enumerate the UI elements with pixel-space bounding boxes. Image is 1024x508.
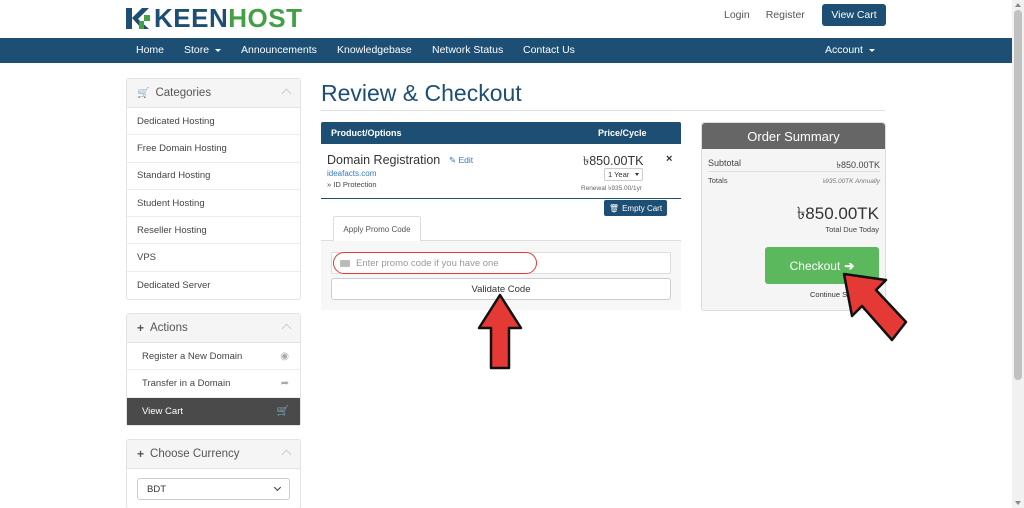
sidebar-item-student-hosting[interactable]: Student Hosting (127, 190, 300, 218)
nav-account-label: Account (825, 44, 863, 56)
sidebar-item-view-cart[interactable]: View Cart 🛒 (127, 397, 300, 425)
chevron-down-icon (273, 483, 282, 492)
logo-text: KEENHOST (154, 3, 303, 33)
totals-row: Totals ৳935.00TK Annually (708, 176, 880, 185)
share-arrow-icon: ➦ (280, 378, 289, 390)
item-name: Domain Registration (327, 153, 441, 167)
currency-title: Choose Currency (150, 448, 240, 460)
page-title: Review & Checkout (321, 80, 522, 106)
sidebar-item-standard-hosting[interactable]: Standard Hosting (127, 163, 300, 190)
col-price-header: Price/Cycle (598, 128, 647, 138)
edit-link[interactable]: ✎ Edit (449, 155, 473, 166)
sidebar-item-register-domain[interactable]: Register a New Domain ◉ (127, 343, 300, 371)
item-addon: » ID Protection (327, 180, 377, 189)
chevron-up-icon[interactable] (281, 88, 292, 99)
currency-select[interactable]: BDT (137, 478, 290, 500)
categories-title: Categories (155, 87, 212, 99)
site-header: KEENHOST Login Register View Cart (0, 0, 1012, 38)
cart-icon: 🛒 (137, 87, 150, 99)
edit-label: Edit (458, 155, 474, 165)
billing-cycle-select[interactable]: 1 Year (604, 168, 643, 181)
sidebar-item-dedicated-hosting[interactable]: Dedicated Hosting (127, 108, 300, 136)
view-cart-button[interactable]: View Cart (822, 4, 886, 26)
totals-value: ৳935.00TK Annually (822, 178, 880, 185)
currency-panel: + Choose Currency BDT (126, 439, 301, 508)
scroll-up-icon[interactable] (1015, 3, 1021, 7)
nav-store-label: Store (184, 44, 210, 56)
actions-panel: + Actions Register a New Domain ◉ Transf… (126, 313, 301, 426)
subtotal-label: Subtotal (708, 158, 742, 168)
actions-header[interactable]: + Actions (127, 314, 300, 343)
categories-panel: 🛒 Categories Dedicated Hosting Free Doma… (126, 78, 301, 301)
plus-icon: + (137, 447, 145, 461)
main-navbar: Home Store Announcements Knowledgebase N… (0, 38, 1012, 63)
sidebar-item-dedicated-server[interactable]: Dedicated Server (127, 272, 300, 299)
checkout-label: Checkout (789, 258, 841, 273)
page-scrollbar[interactable] (1012, 0, 1024, 508)
caret-down-icon (215, 48, 222, 52)
keenhost-logo[interactable]: KEENHOST (126, 4, 302, 32)
promo-code-input[interactable]: Enter promo code if you have one (331, 252, 671, 274)
transfer-domain-label: Transfer in a Domain (142, 377, 231, 389)
sidebar-item-transfer-domain[interactable]: Transfer in a Domain ➦ (127, 370, 300, 398)
sidebar-item-free-domain-hosting[interactable]: Free Domain Hosting (127, 135, 300, 163)
cart-icon: 🛒 (276, 405, 289, 417)
nav-home[interactable]: Home (136, 38, 164, 63)
globe-icon: ◉ (280, 351, 289, 362)
nav-contact-us[interactable]: Contact Us (523, 38, 575, 63)
remove-item-icon[interactable]: × (666, 153, 672, 165)
logo-mark-icon (126, 8, 150, 29)
currency-header[interactable]: + Choose Currency (127, 440, 300, 469)
nav-announcements[interactable]: Announcements (241, 38, 317, 63)
item-domain: ideafacts.com (327, 169, 377, 178)
scroll-thumb[interactable] (1014, 10, 1022, 380)
billing-cycle-value: 1 Year (608, 170, 630, 179)
annotation-arrow-diagonal-icon (842, 272, 908, 342)
view-cart-label: View Cart (142, 405, 184, 417)
col-product-header: Product/Options (331, 128, 402, 138)
divider (321, 110, 885, 111)
scroll-down-icon[interactable] (1015, 501, 1021, 505)
caret-down-icon (868, 48, 875, 52)
top-links: Login Register (724, 9, 805, 21)
sidebar-item-vps[interactable]: VPS (127, 244, 300, 272)
sidebar-item-reseller-hosting[interactable]: Reseller Hosting (127, 217, 300, 245)
register-link[interactable]: Register (766, 9, 805, 21)
nav-network-status[interactable]: Network Status (432, 38, 503, 63)
plus-icon: + (137, 321, 145, 335)
login-link[interactable]: Login (724, 9, 750, 21)
caret-down-icon (635, 173, 639, 176)
total-due-label: Total Due Today (825, 225, 879, 234)
empty-cart-button[interactable]: 🗑 Empty Cart (604, 200, 667, 216)
chevron-up-icon[interactable] (281, 449, 292, 460)
empty-cart-label: Empty Cart (622, 203, 663, 213)
order-summary-title: Order Summary (702, 123, 885, 149)
divider (708, 171, 880, 172)
nav-store[interactable]: Store (184, 38, 222, 63)
chevron-up-icon[interactable] (281, 323, 292, 334)
nav-knowledgebase[interactable]: Knowledgebase (337, 38, 412, 63)
register-domain-label: Register a New Domain (142, 350, 243, 362)
ticket-icon (340, 259, 350, 267)
promo-placeholder: Enter promo code if you have one (356, 257, 499, 269)
cart-table-header: Product/Options Price/Cycle (321, 122, 681, 144)
categories-header[interactable]: 🛒 Categories (127, 79, 300, 108)
cart-item-row: Domain Registration ✎ Edit ideafacts.com… (321, 144, 681, 199)
trash-icon: 🗑 (608, 203, 620, 213)
currency-selected-value: BDT (147, 483, 166, 495)
renewal-price: Renewal ৳935.00/1yr (581, 185, 643, 192)
annotation-arrow-up-icon (477, 293, 523, 370)
subtotal-row: Subtotal ৳850.00TK (708, 158, 880, 170)
actions-title: Actions (150, 322, 188, 334)
tab-apply-promo-code[interactable]: Apply Promo Code (333, 216, 421, 241)
nav-account[interactable]: Account (825, 38, 875, 63)
totals-label: Totals (708, 176, 728, 185)
